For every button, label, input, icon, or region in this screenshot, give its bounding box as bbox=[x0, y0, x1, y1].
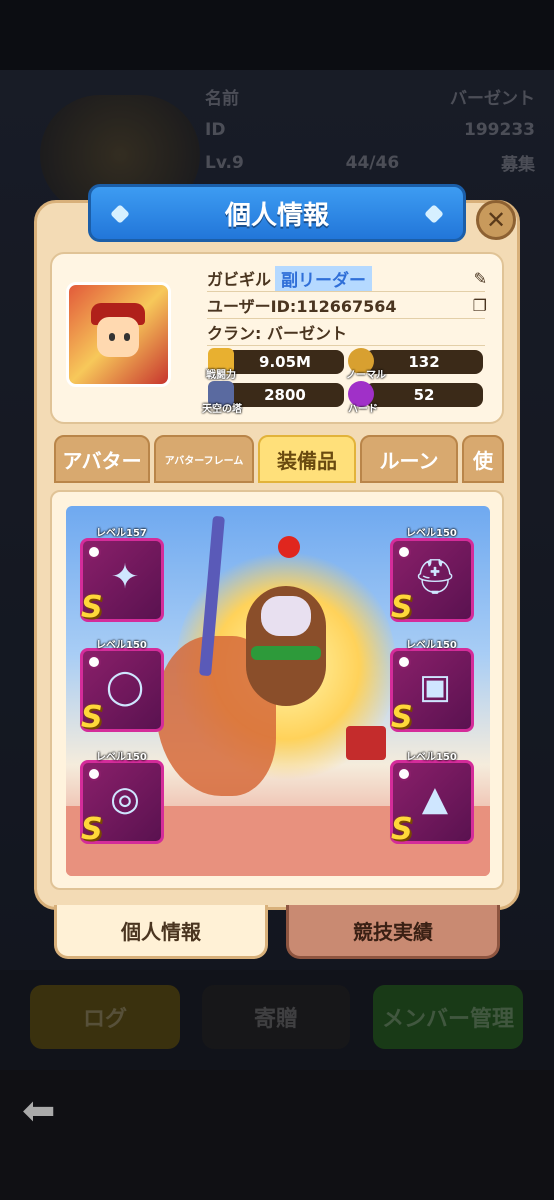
slot-type-icon bbox=[397, 655, 411, 669]
tab-avatar-frame[interactable]: アバターフレーム bbox=[154, 435, 254, 483]
grade-s-badge: S bbox=[391, 590, 413, 625]
slot-type-icon bbox=[397, 767, 411, 781]
hard-value: 52 bbox=[365, 383, 483, 407]
slot-type-icon bbox=[87, 545, 101, 559]
close-icon: ✕ bbox=[485, 206, 507, 234]
status-bar bbox=[0, 0, 554, 70]
grade-s-badge: S bbox=[81, 812, 103, 847]
edit-icon[interactable]: ✎ bbox=[474, 269, 487, 288]
grade-s-badge: S bbox=[391, 700, 413, 735]
tab-equipment[interactable]: 装備品 bbox=[258, 435, 356, 483]
shuriken-icon: ✦ bbox=[110, 557, 140, 597]
armor-icon: ▣ bbox=[418, 667, 452, 707]
grade-s-badge: S bbox=[81, 700, 103, 735]
user-id: ユーザーID:112667564 bbox=[207, 297, 397, 316]
equipment-slot-ring[interactable]: ◎ S bbox=[80, 760, 164, 847]
slot-level: レベル150 bbox=[406, 640, 457, 651]
modal-title: 個人情報 bbox=[224, 200, 329, 231]
gift-box bbox=[346, 726, 386, 760]
divider bbox=[207, 345, 485, 346]
back-arrow-icon[interactable]: ⬅ bbox=[22, 1091, 72, 1131]
slot-level: レベル150 bbox=[96, 640, 147, 651]
necklace-icon: ◯ bbox=[105, 667, 145, 707]
grade-s-badge: S bbox=[391, 812, 413, 847]
equipment-slot-weapon[interactable]: ✦ S bbox=[80, 538, 164, 625]
normal-label: ノーマル bbox=[346, 370, 386, 381]
slot-type-icon bbox=[87, 767, 101, 781]
tower-value: 2800 bbox=[226, 383, 344, 407]
profile-tabs: アバター アバターフレーム 装備品 ルーン 使 bbox=[50, 435, 504, 485]
copy-icon[interactable]: ❐ bbox=[473, 296, 487, 315]
clan-row: クラン: バーゼント bbox=[207, 319, 487, 345]
hard-label: ハード bbox=[348, 404, 378, 415]
player-name: ガビギル bbox=[207, 270, 272, 289]
slot-type-icon bbox=[397, 545, 411, 559]
ring-icon: ◎ bbox=[110, 779, 140, 819]
slot-level: レベル150 bbox=[406, 528, 457, 539]
tab-rune[interactable]: ルーン bbox=[360, 435, 458, 483]
equipment-slot-armor[interactable]: ▣ S bbox=[390, 648, 474, 735]
power-value: 9.05M bbox=[226, 350, 344, 374]
boots-icon: ▲ bbox=[421, 779, 449, 819]
tower-label: 天空の塔 bbox=[202, 404, 242, 415]
slot-level: レベル150 bbox=[96, 752, 147, 763]
hero-character bbox=[236, 536, 336, 736]
clan-name-text: クラン: バーゼント bbox=[207, 324, 347, 343]
player-name-row: ガビギル 副リーダー ✎ bbox=[207, 265, 487, 291]
gem-right-icon bbox=[424, 204, 444, 224]
grade-s-badge: S bbox=[81, 590, 103, 625]
tab-personal-info[interactable]: 個人情報 bbox=[54, 905, 268, 959]
tab-avatar[interactable]: アバター bbox=[54, 435, 150, 483]
nav-bar bbox=[0, 1070, 554, 1200]
slot-level: レベル157 bbox=[96, 528, 147, 539]
role-badge: 副リーダー bbox=[275, 265, 373, 291]
modal-title-banner: 個人情報 bbox=[88, 184, 466, 242]
close-button[interactable]: ✕ bbox=[476, 200, 516, 240]
power-label: 戦闘力 bbox=[206, 370, 236, 381]
tab-arena-record[interactable]: 競技実績 bbox=[286, 905, 500, 959]
equipment-slot-necklace[interactable]: ◯ S bbox=[80, 648, 164, 735]
slot-type-icon bbox=[87, 655, 101, 669]
equipment-slot-helmet[interactable]: ⛑ S bbox=[390, 538, 474, 625]
user-id-row: ユーザーID:112667564 ❐ bbox=[207, 292, 487, 318]
tab-more[interactable]: 使 bbox=[462, 435, 504, 483]
equipment-slot-boots[interactable]: ▲ S bbox=[390, 760, 474, 847]
avatar bbox=[66, 282, 171, 387]
slot-level: レベル150 bbox=[406, 752, 457, 763]
gem-left-icon bbox=[110, 204, 130, 224]
helmet-icon: ⛑ bbox=[413, 557, 457, 597]
